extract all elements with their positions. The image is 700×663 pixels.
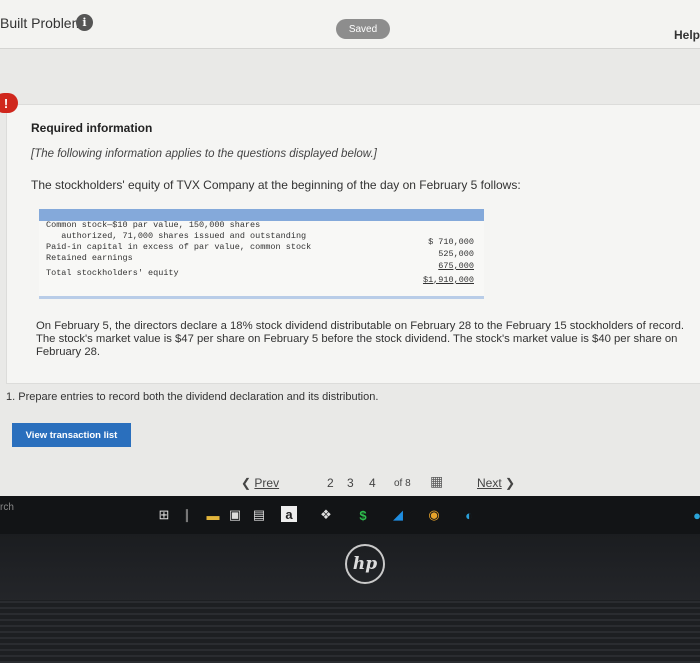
- top-bar: Built Problems i Saved Help: [0, 0, 700, 49]
- saved-status-badge: Saved: [336, 19, 390, 39]
- help-link[interactable]: Help: [674, 28, 700, 42]
- view-transaction-list-button[interactable]: View transaction list: [12, 423, 131, 447]
- dividend-paragraph: On February 5, the directors declare a 1…: [36, 320, 685, 358]
- table-cell-value: 675,000: [438, 261, 474, 271]
- prev-button[interactable]: ❮ Prev: [241, 476, 279, 490]
- page-link[interactable]: 3: [347, 476, 354, 490]
- next-label: Next: [477, 476, 502, 490]
- table-footer-bar: [39, 296, 484, 299]
- page-link[interactable]: 2: [327, 476, 334, 490]
- edge-icon[interactable]: ●: [688, 506, 700, 524]
- dropbox-icon[interactable]: ❖: [317, 506, 335, 524]
- table-row-label: Retained earnings: [46, 253, 133, 263]
- task-view-icon[interactable]: ⊞: [155, 506, 173, 524]
- chrome-icon[interactable]: ◉: [425, 506, 443, 524]
- store-icon[interactable]: ▣: [226, 506, 244, 524]
- chevron-right-icon: ❯: [505, 476, 516, 490]
- money-icon[interactable]: $: [354, 506, 372, 524]
- info-icon[interactable]: i: [76, 14, 93, 31]
- table-cell-value: 525,000: [438, 249, 474, 259]
- table-total-value: $1,910,000: [422, 275, 474, 285]
- table-row-label: authorized, 71,000 shares issued and out…: [46, 231, 307, 241]
- store-icon[interactable]: ▤: [250, 506, 268, 524]
- table-cell-value: $ 710,000: [428, 237, 474, 247]
- taskbar: rch ⊞ ❙ ▬ ▣ ▤ a ❖ $ ◢ ◉ ◐ ●: [0, 496, 700, 534]
- next-button[interactable]: Next ❯: [477, 476, 515, 490]
- hp-logo: hp: [345, 544, 385, 584]
- taskbar-search[interactable]: rch: [0, 502, 14, 513]
- table-row-label: Paid-in capital in excess of par value, …: [46, 242, 312, 252]
- divider-icon: ❙: [181, 507, 193, 522]
- table-row-label: Common stock—$10 par value, 150,000 shar…: [46, 220, 261, 230]
- table-row-label: Total stockholders' equity: [46, 268, 179, 278]
- speaker-grille: [0, 600, 700, 663]
- chevron-left-icon: ❮: [241, 476, 252, 490]
- page-link[interactable]: 4: [369, 476, 376, 490]
- intro-text: The stockholders' equity of TVX Company …: [31, 178, 521, 192]
- page-count-label: of 8: [394, 478, 411, 489]
- instructions-note: [The following information applies to th…: [31, 148, 377, 160]
- stockholders-equity-table: Common stock—$10 par value, 150,000 shar…: [39, 209, 484, 299]
- folder-icon[interactable]: ◢: [389, 506, 407, 524]
- amazon-icon[interactable]: a: [281, 506, 297, 522]
- question-text: 1. Prepare entries to record both the di…: [6, 391, 379, 403]
- file-explorer-icon[interactable]: ▬: [204, 506, 222, 524]
- edge-icon[interactable]: ◐: [460, 506, 478, 524]
- required-information-title: Required information: [31, 121, 153, 135]
- prev-label: Prev: [254, 476, 280, 490]
- grid-icon[interactable]: ▦: [430, 473, 443, 490]
